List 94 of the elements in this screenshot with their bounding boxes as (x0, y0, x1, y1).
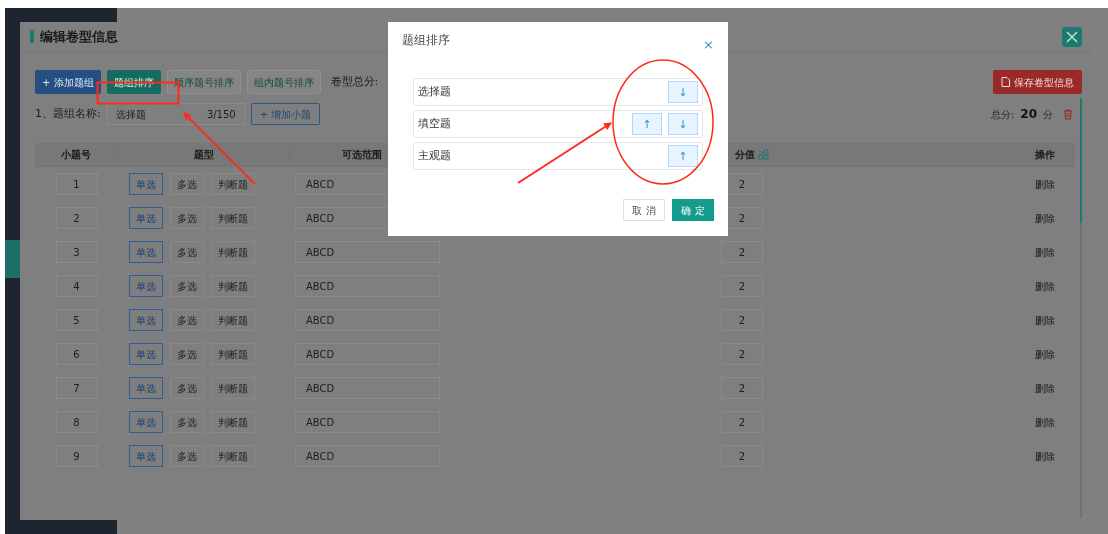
column-header: 可选范围 (342, 148, 382, 162)
move-button[interactable]: ↑ (632, 113, 662, 135)
group-name-field[interactable]: 选择题 3/150 (106, 103, 245, 125)
type-option[interactable]: 单选 (129, 275, 163, 297)
title-marker-icon (30, 30, 34, 43)
type-option[interactable]: 判断题 (211, 207, 255, 229)
delete-link[interactable]: 删除 (1015, 210, 1075, 226)
type-option[interactable]: 多选 (170, 309, 204, 331)
number-field[interactable]: 4 (55, 275, 98, 297)
group-name-label: 1、题组名称: (35, 105, 101, 122)
dialog-title: 题组排序 (402, 32, 450, 49)
move-button[interactable]: ↓ (668, 81, 698, 103)
score-field[interactable]: 2 (721, 343, 763, 365)
range-select[interactable]: ABCD (295, 445, 440, 467)
close-button[interactable] (1062, 26, 1082, 47)
score-unit: 分 (1043, 107, 1053, 122)
range-select[interactable]: ABCD (295, 411, 440, 433)
score-field[interactable]: 2 (721, 411, 763, 433)
total-label: 总分: (990, 107, 1015, 122)
delete-link[interactable]: 删除 (1015, 312, 1075, 328)
number-field[interactable]: 5 (55, 309, 98, 331)
grid-icon[interactable] (758, 149, 769, 160)
type-option[interactable]: 单选 (129, 207, 163, 229)
type-option[interactable]: 多选 (170, 343, 204, 365)
move-button[interactable]: ↓ (668, 113, 698, 135)
item-label: 填空题 (418, 115, 451, 132)
number-field[interactable]: 3 (55, 241, 98, 263)
type-option[interactable]: 多选 (170, 445, 204, 467)
type-option[interactable]: 单选 (129, 343, 163, 365)
type-option[interactable]: 多选 (170, 377, 204, 399)
trash-icon[interactable] (1063, 108, 1073, 120)
type-option[interactable]: 多选 (170, 411, 204, 433)
type-option[interactable]: 单选 (129, 309, 163, 331)
close-button[interactable]: × (703, 38, 714, 51)
type-option[interactable]: 单选 (129, 241, 163, 263)
move-button[interactable]: ↑ (668, 145, 698, 167)
type-option[interactable]: 判断题 (211, 445, 255, 467)
column-header: 操作 (1035, 148, 1055, 162)
toolbar-button[interactable]: 组内题号排序 (246, 70, 321, 94)
document-icon (1001, 77, 1010, 87)
range-select[interactable]: ABCD (295, 309, 440, 331)
type-option[interactable]: 判断题 (211, 343, 255, 365)
score-field[interactable]: 2 (721, 275, 763, 297)
column-header: 小题号 (61, 148, 91, 162)
type-option[interactable]: 单选 (129, 445, 163, 467)
range-select[interactable]: ABCD (295, 275, 440, 297)
range-select[interactable]: ABCD (295, 241, 440, 263)
type-option[interactable]: 判断题 (211, 411, 255, 433)
column-header: 题型 (193, 148, 214, 162)
score-field[interactable]: 2 (721, 241, 763, 263)
type-option[interactable]: 多选 (170, 241, 204, 263)
number-field[interactable]: 2 (55, 207, 98, 229)
type-option[interactable]: 单选 (129, 377, 163, 399)
toolbar-button[interactable]: + 添加题组 (35, 70, 101, 94)
delete-link[interactable]: 删除 (1015, 414, 1075, 430)
type-option[interactable]: 多选 (170, 207, 204, 229)
save-button[interactable]: 保存卷型信息 (993, 70, 1082, 94)
number-field[interactable]: 7 (55, 377, 98, 399)
item-label: 选择题 (418, 83, 451, 100)
total-score-label: 卷型总分: (330, 73, 379, 90)
delete-link[interactable]: 删除 (1015, 380, 1075, 396)
score-field[interactable]: 2 (721, 309, 763, 331)
column-header: 分值 (735, 148, 755, 162)
number-field[interactable]: 8 (55, 411, 98, 433)
score-field[interactable]: 2 (721, 377, 763, 399)
delete-link[interactable]: 删除 (1015, 278, 1075, 294)
type-option[interactable]: 判断题 (211, 309, 255, 331)
number-field[interactable]: 1 (55, 173, 98, 195)
delete-link[interactable]: 删除 (1015, 346, 1075, 362)
type-option[interactable]: 判断题 (211, 275, 255, 297)
type-option[interactable]: 单选 (129, 173, 163, 195)
type-option[interactable]: 判断题 (211, 377, 255, 399)
type-option[interactable]: 单选 (129, 411, 163, 433)
sidebar-highlight (5, 240, 20, 278)
confirm-button[interactable]: 确 定 (672, 199, 714, 221)
total-score: 20 (1020, 106, 1037, 123)
add-question-button[interactable]: + 增加小题 (250, 103, 321, 125)
close-icon (1066, 30, 1078, 43)
number-field[interactable]: 9 (55, 445, 98, 467)
delete-link[interactable]: 删除 (1015, 176, 1075, 192)
delete-link[interactable]: 删除 (1015, 448, 1075, 464)
item-label: 主观题 (418, 147, 451, 164)
type-option[interactable]: 多选 (170, 275, 204, 297)
cancel-button[interactable]: 取 消 (623, 199, 665, 221)
delete-link[interactable]: 删除 (1015, 244, 1075, 260)
number-field[interactable]: 6 (55, 343, 98, 365)
scrollbar[interactable] (1080, 98, 1082, 518)
panel-title: 编辑卷型信息 (40, 27, 118, 46)
type-option[interactable]: 判断题 (211, 173, 255, 195)
score-field[interactable]: 2 (721, 445, 763, 467)
range-select[interactable]: ABCD (295, 343, 440, 365)
type-option[interactable]: 多选 (170, 173, 204, 195)
range-select[interactable]: ABCD (295, 377, 440, 399)
type-option[interactable]: 判断题 (211, 241, 255, 263)
